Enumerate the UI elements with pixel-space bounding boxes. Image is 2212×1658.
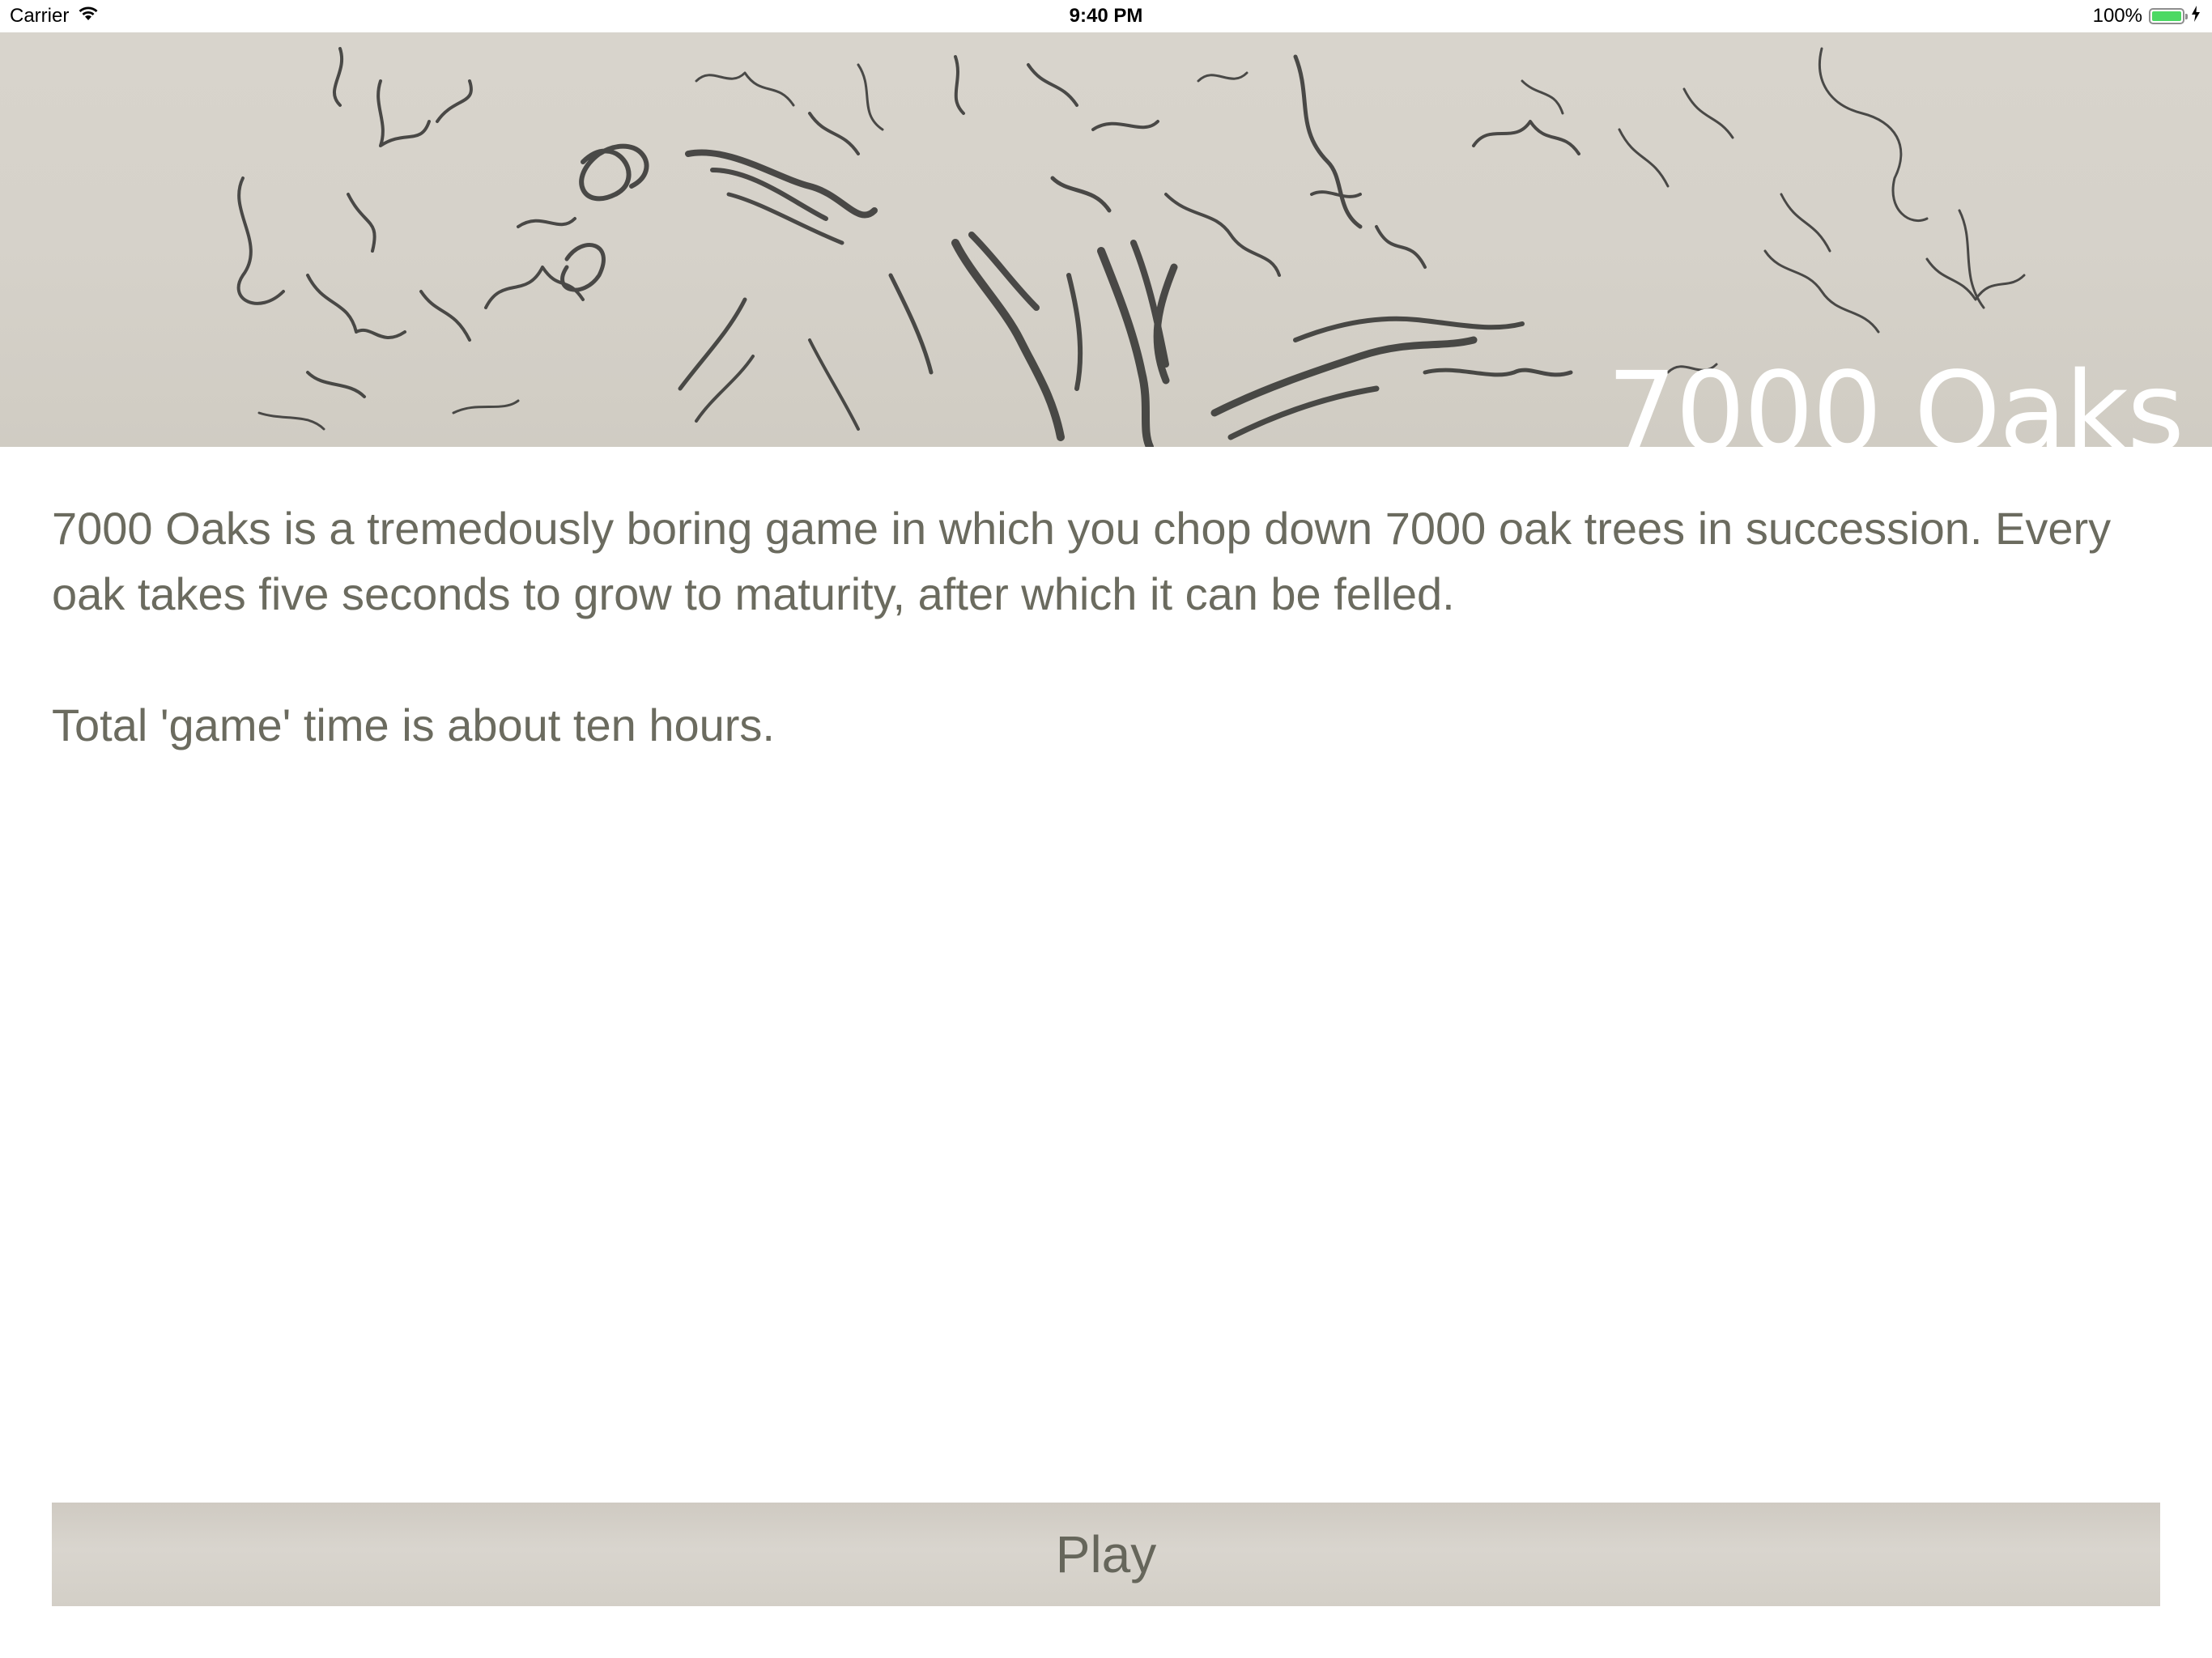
battery-nub [2185,14,2188,19]
description-paragraph: 7000 Oaks is a tremedously boring game i… [52,503,2112,619]
app-title: 7000 Oaks [1606,349,2184,447]
header-banner: 7000 Oaks [0,32,2212,447]
charging-bolt-icon [2191,5,2201,28]
game-description: 7000 Oaks is a tremedously boring game i… [52,495,2173,758]
status-right: 100% [2093,5,2201,28]
battery-fill [2152,11,2181,21]
description-paragraph: Total 'game' time is about ten hours. [52,699,775,750]
play-button[interactable]: Play [52,1503,2160,1606]
status-bar: Carrier 9:40 PM 100% [0,0,2212,32]
battery-icon [2149,8,2188,24]
battery-percent: 100% [2092,5,2142,27]
status-time: 9:40 PM [1069,5,1143,27]
